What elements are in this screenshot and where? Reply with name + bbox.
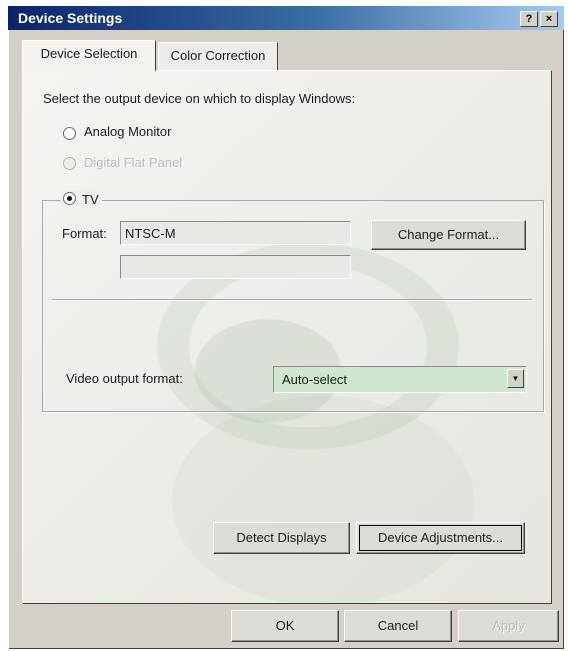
radio-tv[interactable]: TV [60,191,102,207]
group-separator [52,299,532,300]
tv-label: TV [82,192,99,207]
cancel-label: Cancel [377,618,419,633]
change-format-button[interactable]: Change Format... [371,220,526,250]
tab-device-selection[interactable]: Device Selection [22,40,156,71]
digital-flat-panel-label: Digital Flat Panel [84,155,183,170]
window-title: Device Settings [18,10,123,26]
device-adjustments-button[interactable]: Device Adjustments... [356,522,525,554]
tab-device-selection-label: Device Selection [40,46,138,61]
ok-button[interactable]: OK [231,610,339,642]
format-value: NTSC-M [125,226,176,241]
video-output-format-value: Auto-select [282,372,348,387]
ok-label: OK [275,618,295,633]
analog-monitor-radio-icon[interactable] [63,127,76,140]
analog-monitor-label: Analog Monitor [84,124,172,139]
video-output-format-label: Video output format: [66,371,183,386]
chevron-down-icon[interactable]: ▼ [507,369,524,388]
help-button[interactable]: ? [520,11,538,27]
tv-radio-icon[interactable] [63,192,76,205]
apply-label: Apply [492,618,525,633]
tab-color-correction-label: Color Correction [170,48,266,63]
title-bar[interactable]: Device Settings ? × [8,6,564,30]
change-format-label: Change Format... [397,227,500,242]
instruction-text: Select the output device on which to dis… [43,91,356,106]
video-output-format-select[interactable]: Auto-select ▼ [273,366,527,393]
format-label: Format: [62,226,107,241]
detect-displays-button[interactable]: Detect Displays [213,522,350,554]
apply-button: Apply [458,610,559,642]
format-secondary-field [120,255,351,279]
close-button[interactable]: × [540,11,558,27]
cancel-button[interactable]: Cancel [344,610,452,642]
tab-color-correction[interactable]: Color Correction [158,42,278,70]
digital-flat-panel-radio-icon [63,157,76,170]
device-adjustments-label: Device Adjustments... [378,530,503,545]
format-field: NTSC-M [120,221,351,245]
detect-displays-label: Detect Displays [236,530,327,545]
